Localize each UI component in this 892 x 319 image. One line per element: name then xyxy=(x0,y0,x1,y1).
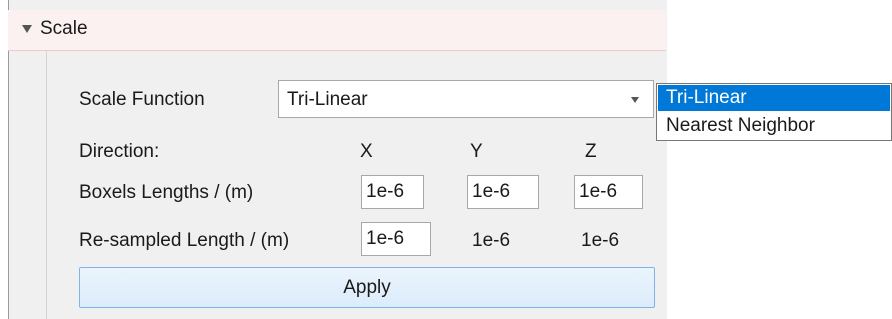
direction-label: Direction: xyxy=(79,141,160,162)
collapse-triangle-icon[interactable] xyxy=(22,25,32,33)
direction-y-header: Y xyxy=(470,141,483,162)
boxel-length-x-input[interactable]: 1e-6 xyxy=(361,175,424,209)
resampled-length-x-input[interactable]: 1e-6 xyxy=(361,222,431,256)
dropdown-option-tri-linear[interactable]: Tri-Linear xyxy=(658,85,890,111)
resampled-length-z-value: 1e-6 xyxy=(581,230,620,251)
resampled-length-label: Re-sampled Length / (m) xyxy=(79,230,290,251)
scale-function-select[interactable]: Tri-Linear xyxy=(278,80,654,118)
section-title: Scale xyxy=(40,18,88,39)
resampled-length-y-value: 1e-6 xyxy=(472,230,511,251)
scale-function-value: Tri-Linear xyxy=(287,89,368,110)
section-header[interactable]: Scale xyxy=(8,10,666,51)
direction-x-header: X xyxy=(360,141,373,162)
boxel-length-z-input[interactable]: 1e-6 xyxy=(574,175,643,209)
boxel-length-y-input[interactable]: 1e-6 xyxy=(467,175,539,209)
scale-function-label: Scale Function xyxy=(79,89,205,110)
scale-function-dropdown[interactable]: Tri-Linear Nearest Neighbor xyxy=(656,83,892,141)
chevron-down-icon[interactable] xyxy=(631,97,639,103)
boxel-lengths-label: Boxels Lengths / (m) xyxy=(79,182,254,203)
direction-z-header: Z xyxy=(585,141,597,162)
dropdown-option-nearest-neighbor[interactable]: Nearest Neighbor xyxy=(658,113,890,139)
apply-button[interactable]: Apply xyxy=(79,267,655,308)
